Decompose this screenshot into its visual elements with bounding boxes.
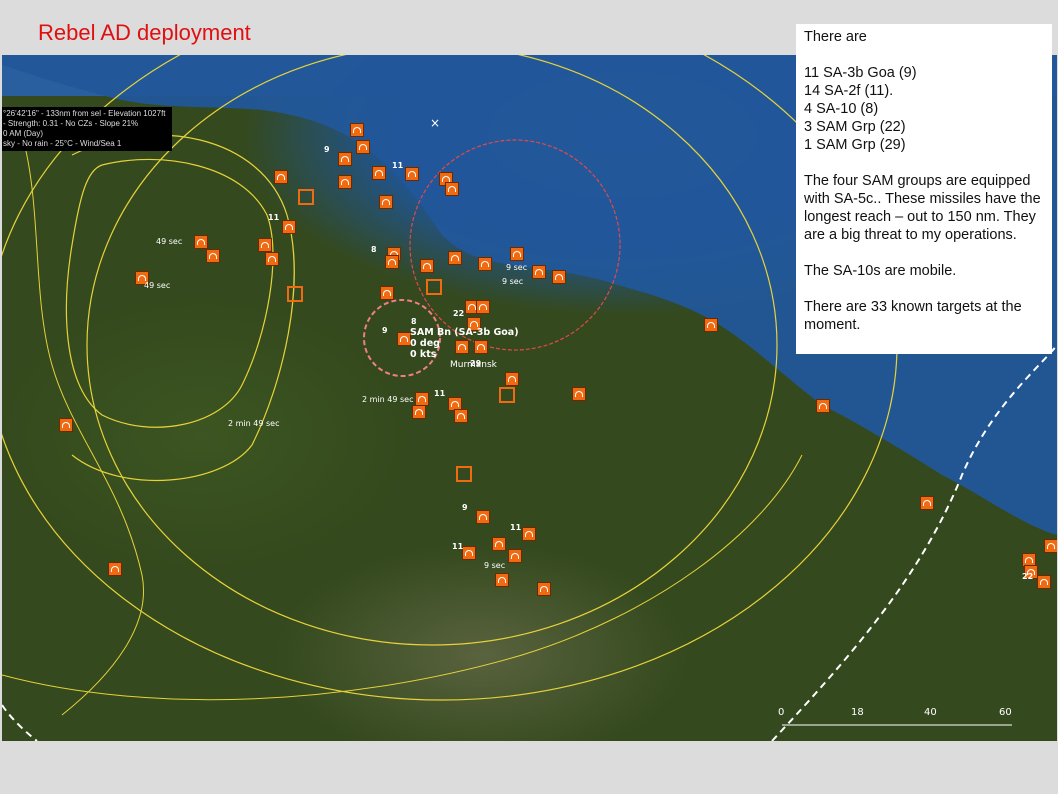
grid-site-marker	[426, 279, 442, 295]
sam-unit-marker[interactable]	[816, 399, 830, 413]
sam-unit-marker[interactable]	[338, 152, 352, 166]
sam-unit-marker[interactable]	[397, 332, 411, 346]
sam-unit-marker[interactable]	[552, 270, 566, 284]
map-info-box: °26'42'16" - 133nm from sel - Elevation …	[2, 107, 172, 151]
grid-site-marker	[456, 466, 472, 482]
cursor-x-icon: ×	[430, 116, 440, 130]
sam-unit-marker[interactable]	[920, 496, 934, 510]
briefing-para-mobile: The SA-10s are mobile.	[804, 263, 957, 279]
selected-unit-speed: 0 kts	[410, 349, 437, 360]
briefing-unit-line: 11 SA-3b Goa (9)	[804, 65, 917, 81]
unit-count-label: 11	[434, 389, 446, 398]
range-ring-west-outer	[71, 134, 295, 481]
sam-unit-marker[interactable]	[274, 170, 288, 184]
sam-unit-marker[interactable]	[478, 257, 492, 271]
time-label: 9 sec	[502, 277, 524, 286]
sam-unit-marker[interactable]	[380, 286, 394, 300]
sam-unit-marker[interactable]	[356, 140, 370, 154]
grid-site-marker	[298, 189, 314, 205]
unit-count-label: 8	[371, 245, 377, 254]
sam-unit-marker[interactable]	[492, 537, 506, 551]
selected-unit-heading: 0 deg	[410, 338, 440, 349]
unit-count-label: 11	[392, 161, 404, 170]
unit-count-label: 8	[411, 317, 417, 326]
sam-unit-marker[interactable]	[537, 582, 551, 596]
sam-unit-marker[interactable]	[476, 300, 490, 314]
sam-unit-marker[interactable]	[108, 562, 122, 576]
sam-unit-marker[interactable]	[476, 510, 490, 524]
sam-unit-marker[interactable]	[412, 405, 426, 419]
sam-unit-marker[interactable]	[445, 182, 459, 196]
sam-unit-marker[interactable]	[510, 247, 524, 261]
sam-unit-marker[interactable]	[206, 249, 220, 263]
grid-site-marker	[287, 286, 303, 302]
sam-unit-marker[interactable]	[372, 166, 386, 180]
time-label: 9 sec	[484, 561, 506, 570]
time-label: 2 min 49 sec	[362, 395, 414, 404]
unit-count-label: 9	[462, 503, 468, 512]
boundary-line	[21, 134, 144, 716]
selected-unit-label: SAM Bn (SA-3b Goa) 0 deg 0 kts	[410, 327, 519, 360]
unit-count-label: 9	[324, 145, 330, 154]
sam-unit-marker[interactable]	[265, 252, 279, 266]
sam-unit-marker[interactable]	[420, 259, 434, 273]
scale-tick: 18	[851, 707, 864, 718]
info-line: sky - No rain - 25°C - Wind/Sea 1	[3, 139, 122, 148]
sam-unit-marker[interactable]	[59, 418, 73, 432]
slide-title: Rebel AD deployment	[38, 20, 251, 45]
unit-count-label: 11	[510, 523, 522, 532]
selected-unit-name: SAM Bn (SA-3b Goa)	[410, 327, 519, 338]
briefing-para-targets: There are 33 known targets at the moment…	[804, 299, 1022, 333]
briefing-unit-line: 3 SAM Grp (22)	[804, 119, 906, 135]
sam-unit-marker[interactable]	[1044, 539, 1057, 553]
unit-count-label: 11	[268, 213, 280, 222]
unit-count-label: 11	[452, 542, 464, 551]
sam-unit-marker[interactable]	[495, 573, 509, 587]
unit-count-label: 22	[1022, 572, 1034, 581]
unit-count-label: 22	[453, 309, 465, 318]
sam-unit-marker[interactable]	[379, 195, 393, 209]
briefing-intro: There are	[804, 29, 867, 45]
time-label: 49 sec	[144, 281, 171, 290]
briefing-textbox: There are 11 SA-3b Goa (9) 14 SA-2f (11)…	[796, 24, 1052, 354]
sam-unit-marker[interactable]	[532, 265, 546, 279]
sam-unit-marker[interactable]	[462, 546, 476, 560]
info-line: 0 AM (Day)	[3, 129, 44, 138]
briefing-unit-line: 14 SA-2f (11).	[804, 83, 894, 99]
sam-unit-marker[interactable]	[258, 238, 272, 252]
scale-tick: 60	[999, 707, 1012, 718]
boundary-line-2	[2, 454, 803, 701]
sam-unit-marker[interactable]	[350, 123, 364, 137]
sam-unit-marker[interactable]	[338, 175, 352, 189]
sam-unit-marker[interactable]	[415, 392, 429, 406]
unit-count-label: 9	[382, 326, 388, 335]
time-label: 2 min 49 sec	[228, 419, 280, 428]
time-label: 9 sec	[506, 263, 528, 272]
sam-unit-marker[interactable]	[1037, 575, 1051, 589]
briefing-unit-line: 4 SA-10 (8)	[804, 101, 879, 117]
time-label: 49 sec	[156, 237, 183, 246]
sam-unit-marker[interactable]	[454, 409, 468, 423]
sam-unit-marker[interactable]	[505, 372, 519, 386]
scale-tick: 40	[924, 707, 937, 718]
sam-unit-marker[interactable]	[385, 255, 399, 269]
briefing-para-sam: The four SAM groups are equipped with SA…	[804, 173, 1041, 243]
grid-site-marker	[499, 387, 515, 403]
sam-unit-marker[interactable]	[448, 251, 462, 265]
info-line: - Strength: 0.31 - No CZs - Slope 21%	[3, 119, 139, 128]
info-line: °26'42'16" - 133nm from sel - Elevation …	[3, 109, 166, 118]
range-ring-west	[65, 158, 274, 428]
sam-unit-marker[interactable]	[572, 387, 586, 401]
sam-unit-marker[interactable]	[282, 220, 296, 234]
sam-unit-marker[interactable]	[508, 549, 522, 563]
scale-tick: 0	[778, 707, 785, 718]
city-label: Murmansk	[450, 360, 497, 370]
white-range-arc-west	[2, 704, 38, 741]
sam-unit-marker[interactable]	[194, 235, 208, 249]
sam-unit-marker[interactable]	[522, 527, 536, 541]
sam-unit-marker[interactable]	[405, 167, 419, 181]
briefing-unit-line: 1 SAM Grp (29)	[804, 137, 906, 153]
sam-unit-marker[interactable]	[704, 318, 718, 332]
